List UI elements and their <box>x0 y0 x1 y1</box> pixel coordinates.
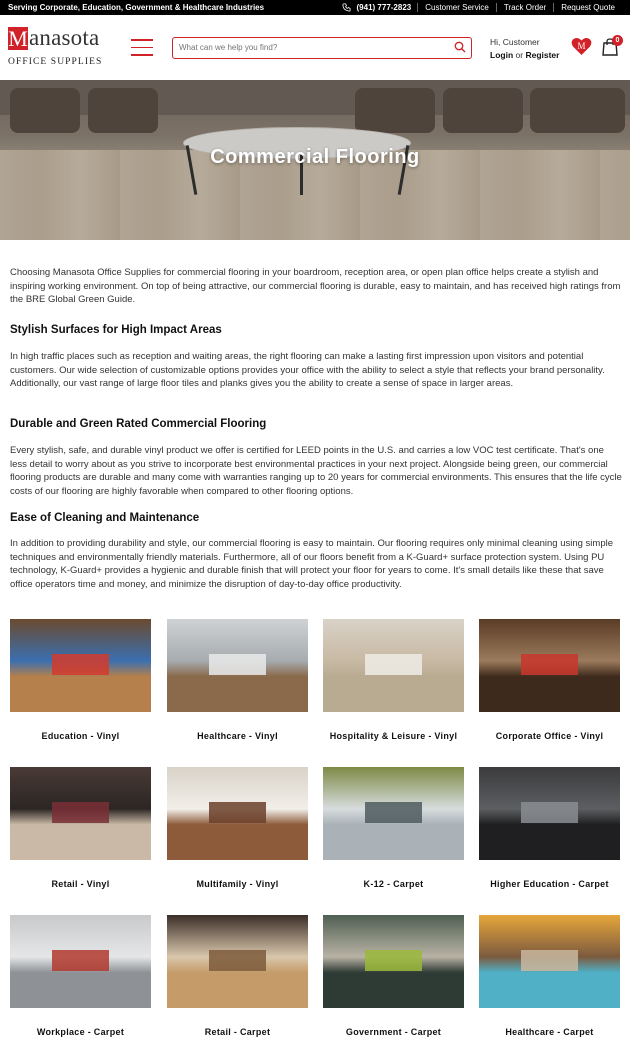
category-image[interactable] <box>167 915 308 1008</box>
section-paragraph: In addition to providing durability and … <box>10 538 614 591</box>
category-image[interactable] <box>10 619 151 712</box>
logo-letter: M <box>8 26 28 51</box>
or-text: or <box>515 50 524 60</box>
intro-paragraph: Choosing Manasota Office Supplies for co… <box>10 267 621 306</box>
menu-icon[interactable] <box>131 39 153 56</box>
category-image[interactable] <box>479 915 620 1008</box>
category-label[interactable]: Education - Vinyl <box>0 731 161 741</box>
cart-count-badge: 0 <box>612 35 623 46</box>
hero-banner: Commercial Flooring <box>0 80 630 240</box>
category-image[interactable] <box>10 915 151 1008</box>
greeting: Hi, Customer <box>490 37 540 47</box>
category-label[interactable]: Government - Carpet <box>313 1027 474 1037</box>
image-detail <box>521 654 578 675</box>
search-box <box>172 37 472 59</box>
category-label[interactable]: Multifamily - Vinyl <box>157 879 318 889</box>
search-input[interactable] <box>179 40 439 55</box>
category-label[interactable]: Healthcare - Carpet <box>469 1027 630 1037</box>
heart-icon[interactable]: M <box>571 37 592 56</box>
category-image[interactable] <box>323 915 464 1008</box>
category-label[interactable]: K-12 - Carpet <box>313 879 474 889</box>
track-order-link[interactable]: Track Order <box>495 3 553 12</box>
category-image[interactable] <box>479 619 620 712</box>
account-area: Hi, Customer Login or Register <box>490 36 559 62</box>
category-image[interactable] <box>10 767 151 860</box>
login-link[interactable]: Login <box>490 50 513 60</box>
section-paragraph: Every stylish, safe, and durable vinyl p… <box>10 445 622 498</box>
top-bar: Serving Corporate, Education, Government… <box>0 0 630 15</box>
image-detail <box>365 802 422 823</box>
image-detail <box>521 950 578 971</box>
svg-text:M: M <box>577 41 585 51</box>
image-detail <box>52 654 109 675</box>
category-label[interactable]: Corporate Office - Vinyl <box>469 731 630 741</box>
category-image[interactable] <box>323 767 464 860</box>
image-detail <box>52 950 109 971</box>
logo-subtitle: OFFICE SUPPLIES <box>8 57 103 67</box>
category-label[interactable]: Higher Education - Carpet <box>469 879 630 889</box>
category-image[interactable] <box>167 619 308 712</box>
category-label[interactable]: Retail - Vinyl <box>0 879 161 889</box>
customer-service-link[interactable]: Customer Service <box>417 3 496 12</box>
image-detail <box>365 654 422 675</box>
section-heading: Stylish Surfaces for High Impact Areas <box>10 324 222 336</box>
category-label[interactable]: Hospitality & Leisure - Vinyl <box>313 731 474 741</box>
section-heading: Ease of Cleaning and Maintenance <box>10 512 200 524</box>
section-heading: Durable and Green Rated Commercial Floor… <box>10 418 267 430</box>
category-image[interactable] <box>323 619 464 712</box>
category-image[interactable] <box>479 767 620 860</box>
phone-icon <box>342 3 351 12</box>
image-detail <box>209 654 266 675</box>
page-title: Commercial Flooring <box>210 146 420 168</box>
tagline: Serving Corporate, Education, Government… <box>8 3 265 12</box>
site-header: M anasota OFFICE SUPPLIES Hi, Customer L… <box>0 15 630 80</box>
cart[interactable]: 0 <box>602 35 623 61</box>
logo[interactable]: M anasota OFFICE SUPPLIES <box>8 25 112 69</box>
image-detail <box>52 802 109 823</box>
category-label[interactable]: Healthcare - Vinyl <box>157 731 318 741</box>
search-icon[interactable] <box>454 41 466 53</box>
phone-number: (941) 777-2823 <box>356 3 412 12</box>
phone-link[interactable]: (941) 777-2823 <box>342 0 412 15</box>
category-label[interactable]: Workplace - Carpet <box>0 1027 161 1037</box>
image-detail <box>209 950 266 971</box>
category-label[interactable]: Retail - Carpet <box>157 1027 318 1037</box>
image-detail <box>365 950 422 971</box>
logo-word: anasota <box>29 25 100 50</box>
register-link[interactable]: Register <box>525 50 559 60</box>
section-paragraph: In high traffic places such as reception… <box>10 351 605 390</box>
image-detail <box>521 802 578 823</box>
image-detail <box>209 802 266 823</box>
request-quote-link[interactable]: Request Quote <box>553 3 622 12</box>
category-image[interactable] <box>167 767 308 860</box>
top-bar-right: (941) 777-2823 Customer Service Track Or… <box>342 0 622 15</box>
